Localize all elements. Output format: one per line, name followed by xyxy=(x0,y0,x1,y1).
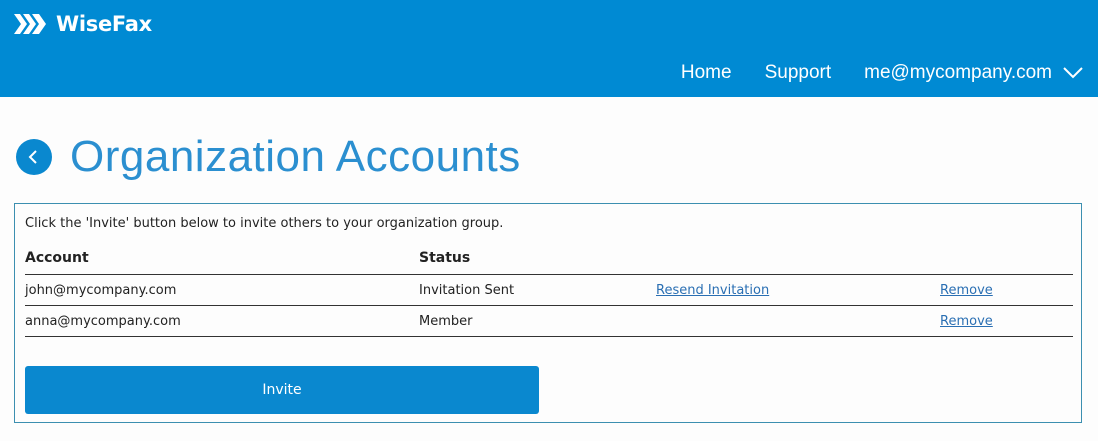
accounts-table: Account Status john@mycompany.com Invita… xyxy=(25,244,1073,337)
column-header-account: Account xyxy=(25,250,89,266)
invite-button[interactable]: Invite xyxy=(25,366,539,414)
page-title: Organization Accounts xyxy=(70,132,521,181)
account-status: Member xyxy=(419,314,473,329)
remove-link[interactable]: Remove xyxy=(940,283,993,298)
chevron-down-icon xyxy=(1063,67,1083,79)
main-nav: Home Support me@mycompany.com xyxy=(648,62,1084,84)
user-email: me@mycompany.com xyxy=(864,62,1052,83)
user-menu[interactable]: me@mycompany.com xyxy=(864,62,1084,84)
column-header-status: Status xyxy=(419,250,471,266)
remove-link[interactable]: Remove xyxy=(940,314,993,329)
resend-invitation-link[interactable]: Resend Invitation xyxy=(656,283,769,298)
page-header: Organization Accounts xyxy=(16,132,521,182)
table-header-row: Account Status xyxy=(25,244,1073,275)
account-email: anna@mycompany.com xyxy=(25,314,181,329)
table-row: john@mycompany.com Invitation Sent Resen… xyxy=(25,275,1073,306)
table-row: anna@mycompany.com Member Remove xyxy=(25,306,1073,337)
chevron-left-icon xyxy=(28,150,37,164)
account-email: john@mycompany.com xyxy=(25,283,177,298)
account-status: Invitation Sent xyxy=(419,283,515,298)
intro-text: Click the 'Invite' button below to invit… xyxy=(25,216,504,231)
nav-support-link[interactable]: Support xyxy=(765,62,832,84)
back-button[interactable] xyxy=(16,139,52,175)
app-name: WiseFax xyxy=(56,12,152,36)
logo-link[interactable]: WiseFax xyxy=(14,12,152,36)
accounts-panel: Click the 'Invite' button below to invit… xyxy=(14,203,1082,423)
nav-home-link[interactable]: Home xyxy=(681,62,732,84)
top-bar: WiseFax Home Support me@mycompany.com xyxy=(0,0,1098,97)
wisefax-chevrons-icon xyxy=(14,14,46,34)
